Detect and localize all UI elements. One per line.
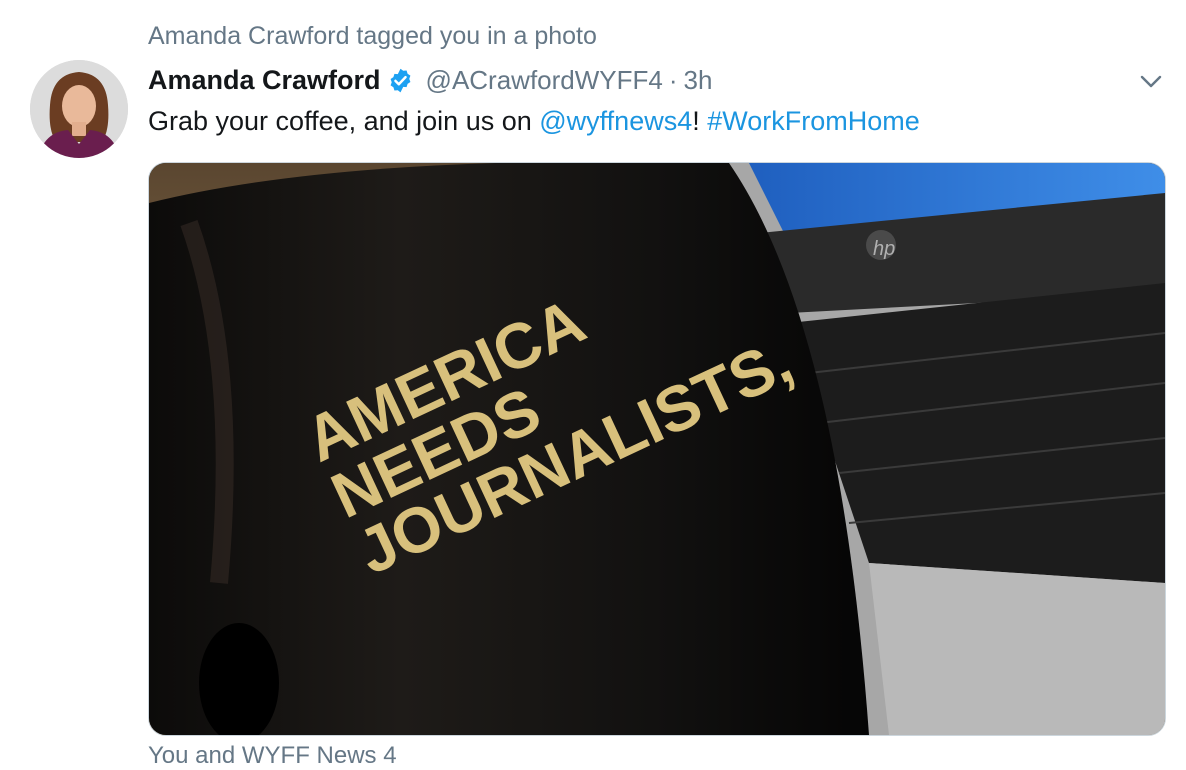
author-avatar[interactable] — [30, 60, 128, 158]
author-handle[interactable]: @ACrawfordWYFF4 — [426, 65, 663, 96]
header-separator: · — [668, 64, 678, 95]
tweet-timestamp[interactable]: 3h — [684, 65, 713, 96]
verified-badge-icon — [387, 67, 414, 94]
tweet-photo[interactable]: AMERICA NEEDS JOURNALISTS, hp — [148, 162, 1166, 736]
mention-link[interactable]: @wyffnews4 — [539, 106, 692, 136]
author-name[interactable]: Amanda Crawford — [148, 65, 381, 96]
hashtag-link[interactable]: #WorkFromHome — [707, 106, 920, 136]
tagged-users[interactable]: You and WYFF News 4 — [148, 742, 397, 770]
laptop-logo: hp — [873, 238, 895, 260]
tweet-text-start: Grab your coffee, and join us on — [148, 106, 540, 136]
tagged-context-text: Amanda Crawford tagged you in a photo — [148, 22, 597, 50]
chevron-down-icon[interactable] — [1138, 68, 1164, 94]
tweet-text-mid: ! — [692, 106, 708, 136]
tweet-header: Amanda Crawford @ACrawfordWYFF4 · 3h — [148, 62, 712, 98]
tweet-text: Grab your coffee, and join us on @wyffne… — [148, 106, 920, 137]
